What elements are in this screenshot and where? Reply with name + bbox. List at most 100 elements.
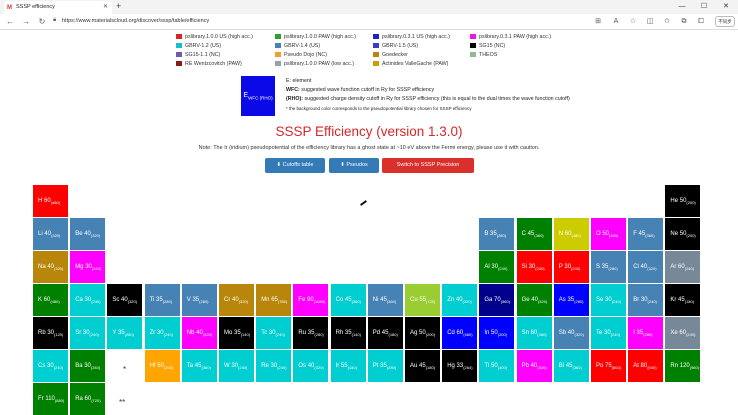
element-cell-pb[interactable]: Pb 40(320) [516,350,552,382]
close-window-icon[interactable]: ✕ [716,0,736,14]
favorite-star-icon[interactable]: ☆ [628,17,638,27]
browser-tab[interactable]: M SSSP efficiency ✕ [4,1,112,14]
switch-precision-button[interactable]: Switch to SSSP Precision [382,158,474,173]
element-cell-ra[interactable]: Ra 60(720) [70,383,106,415]
element-cell-si[interactable]: Si 30(240) [516,251,552,283]
element-cell-zr[interactable]: Zr 30(240) [144,317,180,349]
element-cell-sb[interactable]: Sb 40(320) [553,317,589,349]
new-tab-icon[interactable]: + [116,0,121,13]
legend-item: RE Wentzcovitch (PAW) [176,61,242,69]
element-cell-ga[interactable]: Ga 70(560) [479,284,515,316]
cutoffs-table-button[interactable]: ⬇ Cutoffs table [265,158,325,173]
element-cell-fr[interactable]: Fr 110(880) [33,383,68,415]
element-cell-tc[interactable]: Tc 30(240) [256,317,292,349]
element-cell-v[interactable]: V 35(280) [181,284,217,316]
element-cell-rn[interactable]: Rn 120(960) [665,350,701,382]
element-cell-ar[interactable]: Ar 60(240) [665,251,701,283]
element-cell-co[interactable]: Co 45(360) [330,284,366,316]
element-cell-f[interactable]: F 45(360) [628,218,664,250]
element-cell-re[interactable]: Re 30(240) [256,350,292,382]
reload-icon[interactable]: ↻ [36,16,48,28]
element-cell-k[interactable]: K 60(480) [33,284,68,316]
element-cell-te[interactable]: Te 30(240) [591,317,626,349]
element-label: At 80 [633,363,648,369]
element-cell-as[interactable]: As 35(280) [553,284,589,316]
element-cell-hf[interactable]: Hf 50(200) [144,350,180,382]
back-icon[interactable]: ← [4,16,16,28]
element-cell-bi[interactable]: Bi 45(360) [553,350,589,382]
element-cell-cs[interactable]: Cs 30(240) [33,350,68,382]
element-cell-cd[interactable]: Cd 60(480) [442,317,478,349]
element-label: Y 35 [112,330,125,336]
element-cell-sn[interactable]: Sn 60(480) [516,317,552,349]
element-cell-ne[interactable]: Ne 50(200) [665,218,701,250]
element-cell-cr[interactable]: Cr 40(320) [219,284,254,316]
element-cell-in[interactable]: In 50(200) [479,317,515,349]
element-cell-b[interactable]: B 35(280) [479,218,515,250]
element-cell-mn[interactable]: Mn 65(780) [256,284,292,316]
element-cell-ta[interactable]: Ta 45(360) [181,350,217,382]
element-cell-al[interactable]: Al 30(240) [479,251,515,283]
element-rho: (320) [537,365,547,371]
element-cell-ca[interactable]: Ca 30(240) [70,284,106,316]
element-cell-mo[interactable]: Mo 35(140) [219,317,254,349]
element-cell-ni[interactable]: Ni 45(360) [367,284,403,316]
element-cell-i[interactable]: I 35(280) [628,317,664,349]
forward-icon[interactable]: → [20,16,32,28]
element-cell-be[interactable]: Be 40(320) [70,218,106,250]
element-cell-ti[interactable]: Ti 35(280) [144,284,180,316]
element-rho: (240) [498,266,508,272]
element-cell-rb[interactable]: Rb 30(120) [33,317,68,349]
element-cell-ru[interactable]: Ru 35(280) [293,317,329,349]
element-cell-li[interactable]: Li 40(320) [33,218,68,250]
element-cell-na[interactable]: Na 40(320) [33,251,68,283]
element-cell-os[interactable]: Os 40(320) [293,350,329,382]
element-cell-ir[interactable]: Ir 55(440) [330,350,366,382]
element-cell-pd[interactable]: Pd 45(180) [367,317,403,349]
element-cell-rh[interactable]: Rh 35(140) [330,317,366,349]
element-cell-sc[interactable]: Sc 40(320) [107,284,143,316]
app-available-icon[interactable]: ⊞ [593,17,603,27]
element-label: Sb 40 [558,330,575,336]
element-cell-xe[interactable]: Xe 60(240) [665,317,701,349]
element-cell-sr[interactable]: Sr 30(240) [70,317,106,349]
element-cell-ag[interactable]: Ag 50(200) [405,317,440,349]
profile-button[interactable]: 不同步 [715,16,735,27]
collections-icon[interactable]: ⧉ [679,17,689,27]
element-cell-at[interactable]: At 80(640) [628,350,664,382]
element-cell-h[interactable]: H 60(480) [33,185,68,217]
element-cell-o[interactable]: O 50(400) [591,218,626,250]
element-cell-w[interactable]: W 30(240) [219,350,254,382]
read-aloud-icon[interactable]: A [611,17,621,27]
element-cell-ge[interactable]: Ge 40(320) [516,284,552,316]
element-cell-p[interactable]: P 30(240) [553,251,589,283]
url-field[interactable]: https://www.materialscloud.org/discover/… [62,18,209,24]
element-cell-cu[interactable]: Cu 55(720) [405,284,440,316]
element-cell-n[interactable]: N 60(480) [553,218,589,250]
element-cell-br[interactable]: Br 30(240) [628,284,664,316]
element-cell-au[interactable]: Au 45(180) [405,350,440,382]
favorites-icon[interactable]: ✩ [662,17,672,27]
element-cell-zn[interactable]: Zn 40(320) [442,284,478,316]
element-cell-kr[interactable]: Kr 45(180) [665,284,701,316]
element-cell-pt[interactable]: Pt 35(280) [367,350,403,382]
element-cell-ba[interactable]: Ba 30(240) [70,350,106,382]
element-cell-se[interactable]: Se 30(240) [591,284,626,316]
maximize-icon[interactable]: ☐ [694,0,714,14]
extensions-icon[interactable]: ⧠ [696,17,706,27]
element-cell-c[interactable]: C 45(360) [516,218,552,250]
element-cell-po[interactable]: Po 75(600) [591,350,626,382]
element-cell-tl[interactable]: Tl 50(400) [479,350,515,382]
element-cell-cl[interactable]: Cl 40(320) [628,251,664,283]
element-cell-nb[interactable]: Nb 40(320) [181,317,217,349]
minimize-icon[interactable]: — [672,0,692,14]
pseudos-button[interactable]: ⬇ Pseudos [329,158,379,173]
element-cell-hg[interactable]: Hg 33(264) [442,350,478,382]
element-cell-s[interactable]: S 35(280) [591,251,626,283]
tab-close-icon[interactable]: ✕ [103,1,108,14]
element-cell-mg[interactable]: Mg 30(240) [70,251,106,283]
element-cell-he[interactable]: He 50(200) [665,185,701,217]
split-screen-icon[interactable]: ◫ [645,17,655,27]
element-cell-y[interactable]: Y 35(280) [107,317,143,349]
element-cell-fe[interactable]: Fe 90(1080) [293,284,329,316]
